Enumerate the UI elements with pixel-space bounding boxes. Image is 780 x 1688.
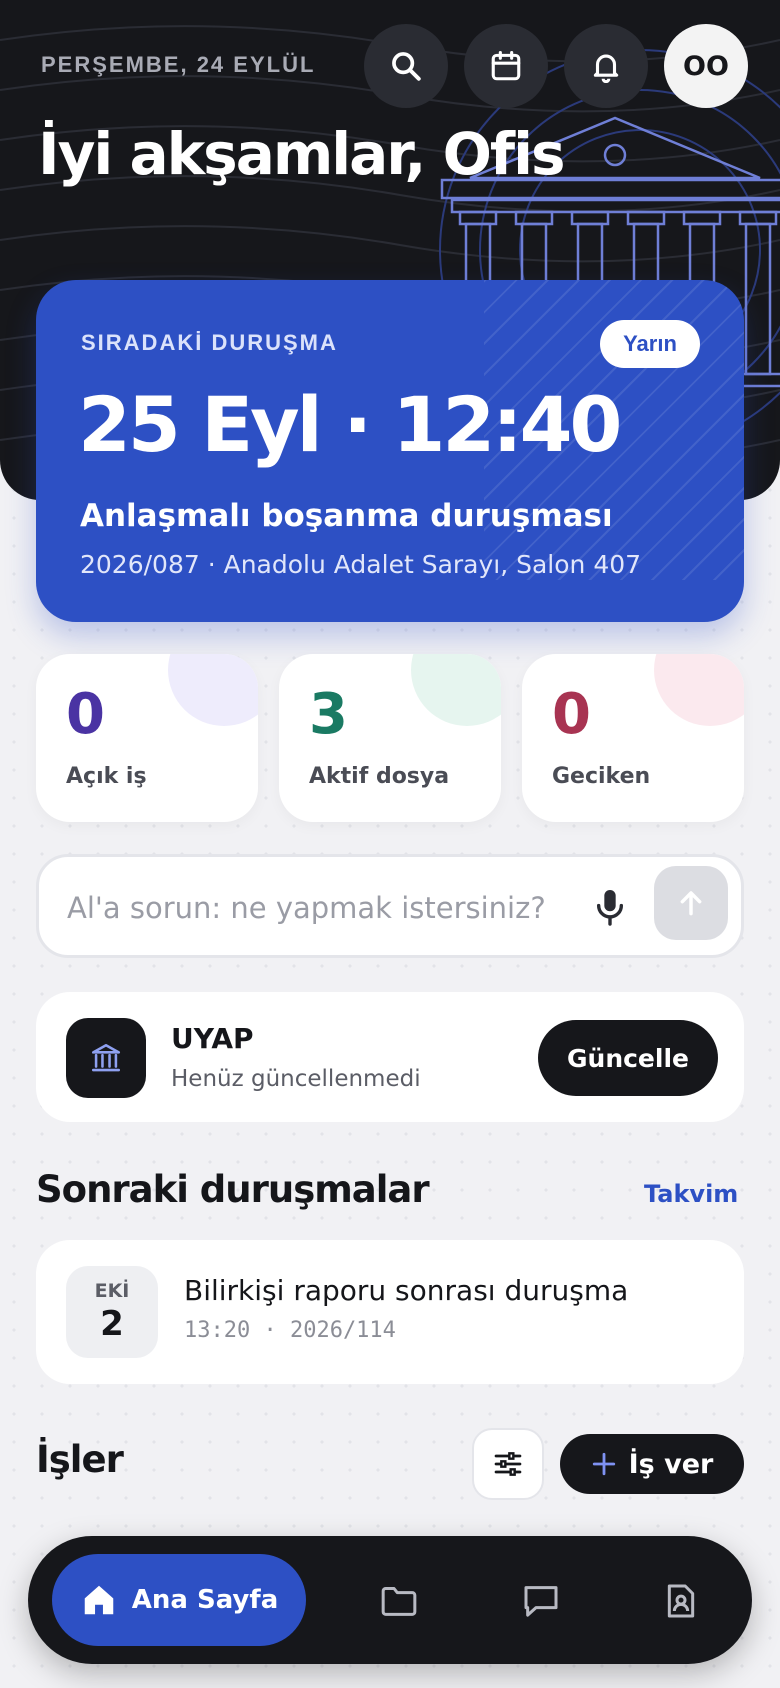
nav-home[interactable]: Ana Sayfa	[52, 1554, 306, 1646]
tasks-title: İşler	[36, 1438, 124, 1481]
folder-icon	[381, 1587, 417, 1616]
arrow-up-icon	[680, 891, 702, 916]
uyap-status: Henüz güncellenmedi	[171, 1066, 421, 1092]
add-task-button[interactable]: İş ver	[560, 1434, 744, 1494]
microphone-button[interactable]	[588, 885, 632, 929]
notifications-button[interactable]	[564, 24, 648, 108]
next-hearing-card[interactable]: SIRADAKİ DURUŞMA Yarın 25 Eyl · 12:40 An…	[36, 280, 744, 622]
calendar-button[interactable]	[464, 24, 548, 108]
bell-icon	[593, 54, 619, 83]
calendar-icon	[491, 50, 521, 81]
date-label: PERŞEMBE, 24 EYLÜL	[41, 52, 316, 77]
add-task-label: İş ver	[628, 1448, 714, 1480]
stat-decoration	[411, 654, 501, 726]
ask-placeholder: Al'a sorun: ne yapmak istersiniz?	[67, 891, 546, 925]
stat-label: Geciken	[552, 764, 651, 789]
stat-active-files[interactable]: 3 Aktif dosya	[279, 654, 501, 822]
greeting-title: İyi akşamlar, Ofis	[38, 120, 566, 188]
next-hearing-label: SIRADAKİ DURUŞMA	[81, 330, 338, 355]
update-button[interactable]: Güncelle	[538, 1020, 718, 1096]
ask-input[interactable]: Al'a sorun: ne yapmak istersiniz?	[36, 854, 744, 958]
hearing-title: Bilirkişi raporu sonrası duruşma	[184, 1274, 629, 1307]
home-icon	[84, 1585, 113, 1615]
send-button[interactable]	[654, 866, 728, 940]
stat-decoration	[168, 654, 258, 726]
stat-value: 3	[309, 682, 348, 747]
upcoming-hearings-title: Sonraki duruşmalar	[36, 1168, 430, 1211]
stat-open-tasks[interactable]: 0 Açık iş	[36, 654, 258, 822]
filter-button[interactable]	[472, 1428, 544, 1500]
stat-value: 0	[66, 682, 105, 747]
uyap-title: UYAP	[171, 1022, 254, 1055]
nav-files[interactable]	[376, 1578, 422, 1624]
courthouse-icon	[66, 1018, 146, 1098]
calendar-link[interactable]: Takvim	[644, 1180, 738, 1208]
stat-value: 0	[552, 682, 591, 747]
hearing-day: 2	[100, 1304, 124, 1344]
next-hearing-title: Anlaşmalı boşanma duruşması	[80, 498, 613, 534]
nav-home-label: Ana Sayfa	[131, 1585, 279, 1615]
microphone-icon	[596, 890, 624, 926]
hearing-month: EKİ	[94, 1280, 130, 1302]
next-hearing-details: 2026/087 · Anadolu Adalet Sarayı, Salon …	[80, 550, 642, 579]
search-icon	[392, 52, 421, 81]
stat-label: Açık iş	[66, 764, 147, 789]
search-button[interactable]	[364, 24, 448, 108]
nav-messages[interactable]	[518, 1578, 564, 1624]
stat-overdue[interactable]: 0 Geciken	[522, 654, 744, 822]
plus-icon	[592, 1452, 615, 1476]
next-hearing-datetime: 25 Eyl · 12:40	[78, 380, 622, 469]
next-hearing-badge: Yarın	[600, 320, 700, 368]
chat-icon	[524, 1586, 558, 1617]
nav-profile[interactable]	[658, 1578, 704, 1624]
stat-label: Aktif dosya	[309, 764, 450, 789]
profile-document-icon	[667, 1584, 695, 1618]
stat-decoration	[654, 654, 744, 726]
sliders-icon	[494, 1452, 522, 1476]
avatar[interactable]: OO	[664, 24, 748, 108]
hearing-meta: 13:20 · 2026/114	[184, 1318, 396, 1343]
